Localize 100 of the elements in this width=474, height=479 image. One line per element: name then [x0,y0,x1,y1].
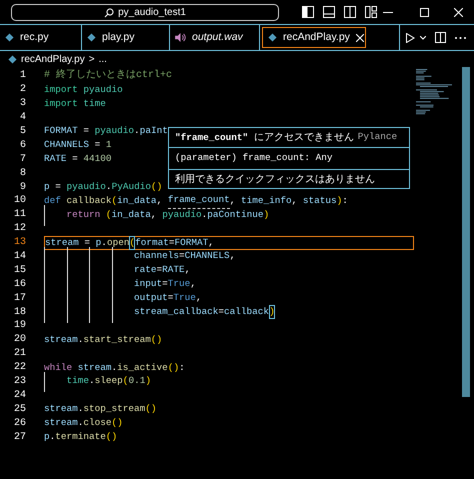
code-token: CHANNELS [44,138,90,152]
code-token: # 終了したいときはctrl+c [44,68,172,84]
code-token: . [89,374,95,388]
code-token: True [173,291,196,306]
code-token: = [218,305,224,320]
code-token: stream [44,416,78,430]
code-token: ( [129,236,136,250]
line-number: 15 [12,264,26,278]
code-token: , [208,236,214,250]
command-search-field[interactable]: py_audio_test1 [11,4,279,21]
code-token: () [150,332,162,347]
code-token: start_stream [83,332,151,347]
code-token: stream [44,402,78,416]
code-token: return [66,208,100,222]
code-token: FORMAT [44,124,78,138]
code-token: import [44,82,78,97]
quick-fix-message: 利用できるクイックフィックスはありません [175,172,375,186]
code-token: () [150,180,162,194]
code-token: pyaudio [82,82,123,97]
code-token: channels [133,249,180,264]
code-token: close [83,416,112,430]
code-token: 44100 [83,152,112,166]
breadcrumb-item[interactable]: ... [98,52,107,66]
code-token: stream [76,360,112,375]
line-number: 25 [12,402,26,417]
line-number: 13 [12,236,26,250]
code-token: , [292,194,298,208]
code-token: () [112,416,123,430]
line-number: 26 [12,416,26,431]
code-token: callback [224,305,270,320]
hover-signature: (parameter) frame_count: Any [175,151,333,166]
line-number: 12 [12,222,26,236]
code-token: () [145,402,157,416]
line-number: 7 [18,152,26,167]
code-token: = [71,152,79,166]
hover-message: "frame_count" にアクセスできません [175,130,354,145]
editor-tab[interactable]: output.wav [170,25,260,50]
code-token: terminate [55,430,106,444]
code-token: 1 [106,138,112,152]
editor-tab[interactable]: recAndPlay.py [262,27,366,48]
line-number: 23 [12,375,26,390]
editor-tab[interactable]: play.py [82,25,170,50]
code-token: import [44,96,78,111]
line-number: 22 [12,361,26,376]
code-token: . [202,208,208,222]
line-number: 8 [18,166,26,181]
code-token: = [156,263,162,278]
code-token: , [156,194,164,208]
code-token: True [168,277,190,292]
code-token: ) [336,194,342,208]
code-token: = [94,138,102,152]
code-token: FORMAT [174,236,208,250]
code-token: PyAudio [112,180,151,194]
code-token: stream [44,332,78,347]
code-token: , [150,208,158,222]
code-token: . [78,416,84,430]
code-token: , [196,291,202,306]
code-token: = [168,236,174,250]
code-token: = [179,249,185,264]
line-number: 6 [18,138,26,153]
line-number: 5 [18,125,26,140]
code-token: pyaudio [162,208,202,222]
code-token: time [82,96,106,111]
line-number: 3 [18,97,26,112]
code-token: rate [133,263,157,278]
code-token: p [44,180,50,194]
code-token: CHANNELS [184,249,230,264]
code-token: callback [66,194,112,208]
code-token: in_data [117,194,157,208]
code-token: : [179,360,185,375]
code-token: . [50,430,56,444]
line-number: 27 [12,430,26,445]
code-token: pyaudio [94,124,134,138]
code-token: . [134,124,140,138]
code-token: status [302,194,337,208]
code-token: frame_count [168,193,230,209]
code-token: () [168,360,180,375]
code-token: stream_callback [133,305,218,320]
breadcrumb-separator: > [88,52,95,66]
code-token: , [230,194,236,208]
code-token: . [78,332,84,347]
code-token: ) [145,374,151,388]
hover-source: Pylance [358,130,398,144]
code-token: stream [45,236,79,250]
code-token: p [44,430,50,444]
code-token: 0.1 [128,374,146,388]
line-number: 20 [12,333,26,348]
code-token: pyaudio [66,180,106,194]
line-number: 14 [12,250,26,264]
line-number: 2 [18,83,26,98]
code-token: format [135,236,169,250]
code-token: sleep [94,374,123,388]
code-token: time [66,374,90,388]
code-token: paInt [140,124,168,138]
breadcrumb-item[interactable]: recAndPlay.py [21,52,85,66]
editor-tab[interactable]: rec.py [0,25,82,50]
code-token: = [54,180,62,194]
line-number: 18 [12,306,26,320]
line-number: 16 [12,278,26,292]
code-token: . [112,360,118,375]
